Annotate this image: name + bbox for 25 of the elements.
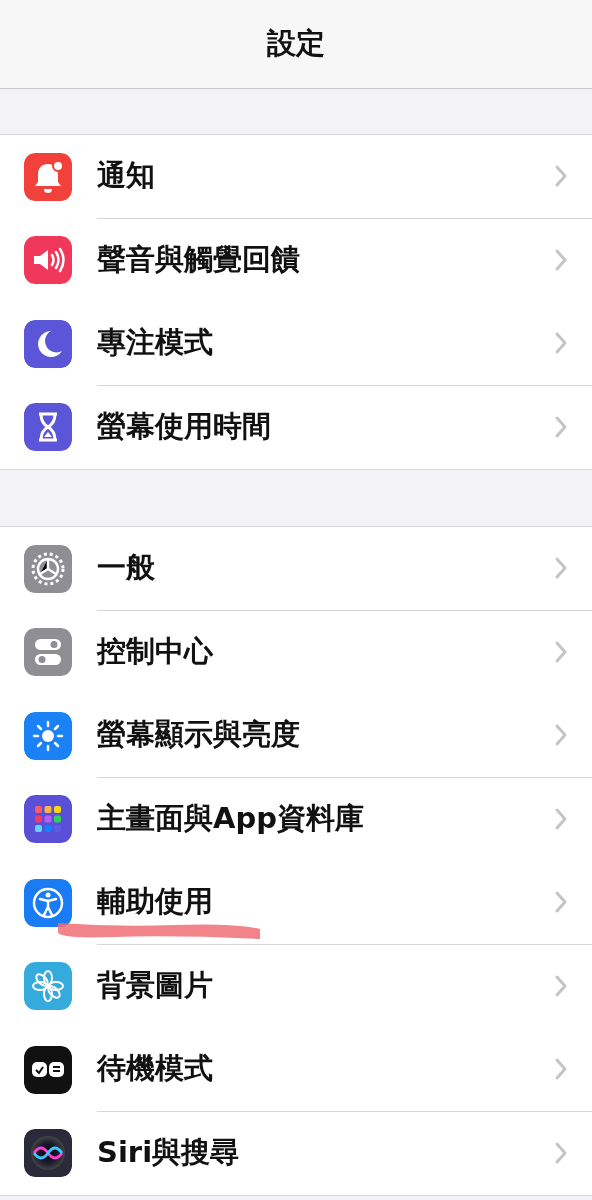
row-label[interactable]: Siri與搜尋 bbox=[97, 1132, 554, 1173]
chevron-icon bbox=[554, 1057, 568, 1082]
chevron-icon bbox=[554, 164, 568, 189]
chevron-icon bbox=[554, 247, 568, 272]
chevron-icon bbox=[554, 973, 568, 998]
row-label[interactable]: 輔助使用 bbox=[97, 882, 554, 923]
chevron-icon bbox=[554, 806, 568, 831]
row-label[interactable]: 螢幕使用時間 bbox=[97, 406, 554, 447]
row-label[interactable]: 一般 bbox=[97, 548, 554, 589]
chevron-icon bbox=[554, 639, 568, 664]
screen-title: 設定 bbox=[267, 25, 325, 62]
row-label[interactable]: 通知 bbox=[97, 156, 554, 197]
row-label[interactable]: 背景圖片 bbox=[97, 965, 554, 1006]
chevron-icon bbox=[554, 1140, 568, 1165]
chevron-icon bbox=[554, 723, 568, 748]
row-label[interactable]: 主畫面與App資料庫 bbox=[97, 798, 554, 839]
row-label[interactable]: 待機模式 bbox=[97, 1049, 554, 1090]
row-label[interactable]: 螢幕顯示與亮度 bbox=[97, 715, 554, 756]
row-label[interactable]: 聲音與觸覺回饋 bbox=[97, 239, 554, 280]
chevron-icon bbox=[554, 414, 568, 439]
chevron-icon bbox=[554, 890, 568, 915]
chevron-icon bbox=[554, 331, 568, 356]
row-label[interactable]: 專注模式 bbox=[97, 323, 554, 364]
row-label[interactable]: 控制中心 bbox=[97, 631, 554, 672]
chevron-icon bbox=[554, 556, 568, 581]
